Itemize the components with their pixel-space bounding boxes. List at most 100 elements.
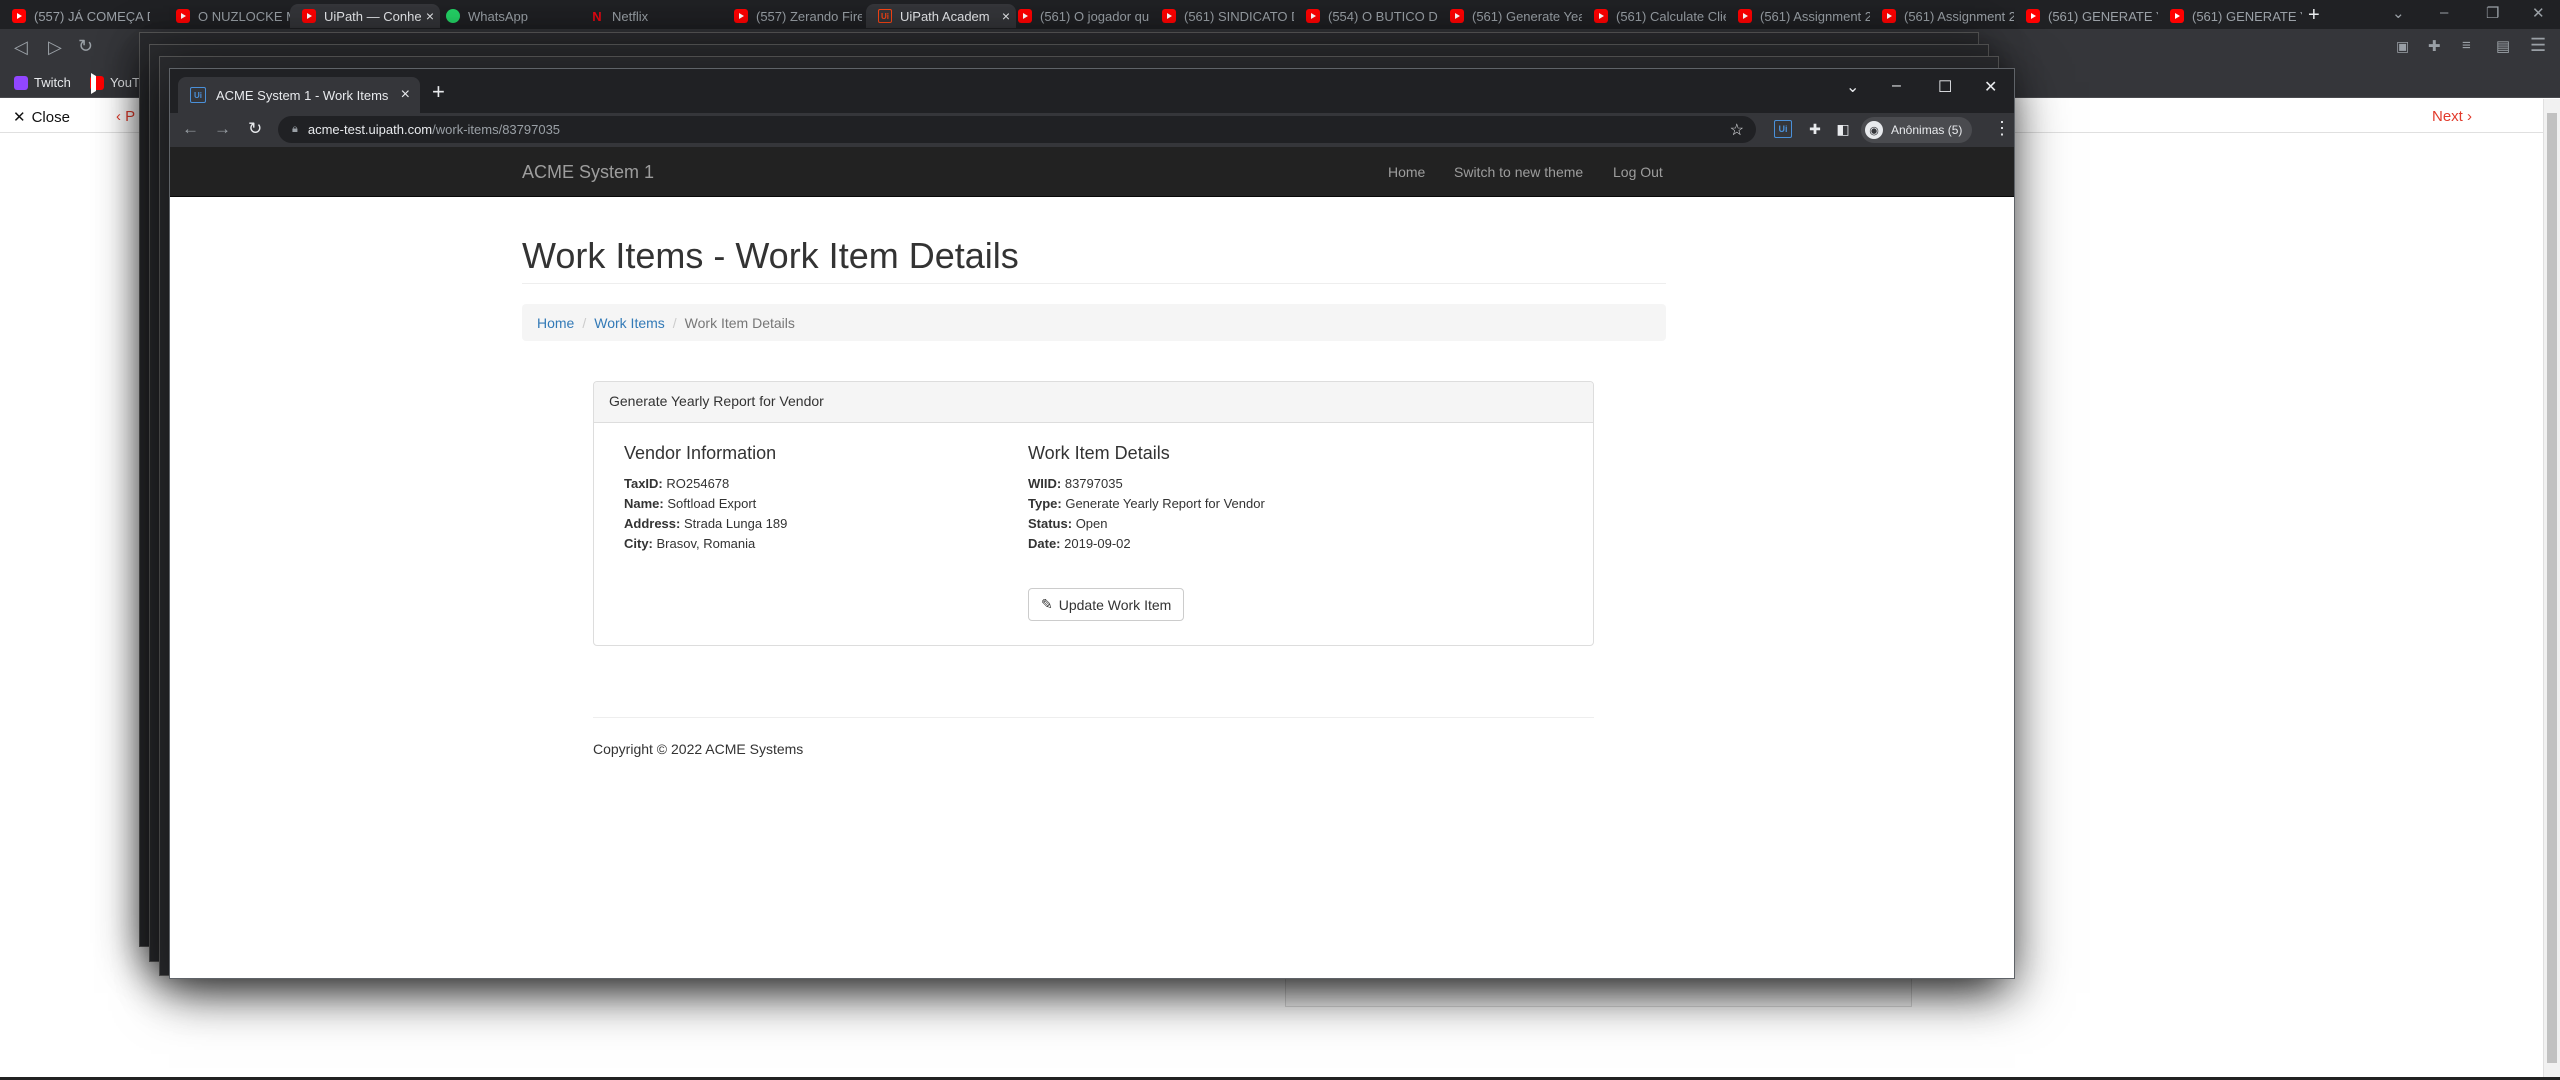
chevron-right-icon: › <box>2462 108 2473 125</box>
minimize-icon[interactable]: – <box>1892 77 1901 95</box>
page-title: Work Items - Work Item Details <box>522 235 1019 276</box>
field-date: Date: 2019-09-02 <box>1028 536 1131 551</box>
acme-navbar: ACME System 1 Home Switch to new theme L… <box>170 147 2014 197</box>
tab-acme-work-items[interactable]: Ui ACME System 1 - Work Items × <box>178 77 420 113</box>
youtube-icon <box>12 9 26 23</box>
outer-tab[interactable]: (561) SINDICATO D <box>1150 4 1294 28</box>
outer-tab-active[interactable]: Ui UiPath Academ × <box>866 4 1016 28</box>
outer-tab[interactable]: WhatsApp <box>434 4 574 28</box>
nav-switch-theme[interactable]: Switch to new theme <box>1454 164 1583 180</box>
close-window-icon[interactable]: ✕ <box>2532 4 2545 22</box>
footer-divider <box>593 717 1594 718</box>
whatsapp-icon <box>446 9 460 23</box>
reading-list-icon[interactable]: ≡ <box>2462 37 2471 54</box>
work-item-panel: Generate Yearly Report for Vendor Vendor… <box>593 381 1594 646</box>
youtube-icon <box>302 9 316 23</box>
panel-title: Generate Yearly Report for Vendor <box>594 382 1593 423</box>
update-work-item-button[interactable]: ✎ Update Work Item <box>1028 588 1185 621</box>
maximize-icon[interactable]: ☐ <box>1938 77 1952 97</box>
close-tab-icon[interactable]: × <box>401 86 410 104</box>
page-scrollbar[interactable] <box>2543 99 2560 1080</box>
outer-tab[interactable]: (557) JÁ COMEÇA D <box>0 4 150 28</box>
extensions-icon[interactable]: ✚ <box>2428 37 2441 55</box>
outer-tab[interactable]: (554) O BUTICO DE <box>1294 4 1438 28</box>
extensions-icon[interactable]: ✚ <box>1806 120 1824 138</box>
close-button[interactable]: ✕ Close <box>13 108 70 127</box>
youtube-icon <box>1306 9 1320 23</box>
outer-tab[interactable]: (561) GENERATE YE <box>2014 4 2158 28</box>
restore-icon[interactable]: ❐ <box>2486 4 2499 22</box>
field-city: City: Brasov, Romania <box>624 536 756 551</box>
outer-tab[interactable]: (561) Assignment 2 <box>1726 4 1870 28</box>
outer-tab[interactable]: (561) Calculate Clie <box>1582 4 1726 28</box>
scrollbar-thumb[interactable] <box>2547 113 2557 1063</box>
incognito-profile-button[interactable]: ◉ Anônimas (5) <box>1861 117 1973 143</box>
outer-tab-active[interactable]: UiPath — Conhe × <box>290 4 440 28</box>
outer-tab[interactable]: (561) Generate Year <box>1438 4 1582 28</box>
background-panel <box>1285 975 1912 1007</box>
breadcrumb-separator: / <box>672 314 677 331</box>
uipath-extension-icon[interactable]: Ui <box>1774 120 1792 138</box>
reload-icon[interactable]: ↻ <box>78 36 93 57</box>
youtube-icon <box>2026 9 2040 23</box>
pencil-icon: ✎ <box>1041 596 1053 612</box>
nav-log-out[interactable]: Log Out <box>1613 164 1663 180</box>
youtube-icon <box>734 9 748 23</box>
address-bar[interactable]: 🔒︎ acme-test.uipath.com/work-items/83797… <box>278 116 1756 143</box>
close-tab-icon[interactable]: × <box>426 8 434 24</box>
brand-link[interactable]: ACME System 1 <box>522 162 654 183</box>
menu-icon[interactable]: ⋮ <box>1993 118 2011 139</box>
field-wiid: WIID: 83797035 <box>1028 476 1123 491</box>
wallet-icon[interactable]: ▤ <box>2496 37 2510 55</box>
previous-link[interactable]: ‹ P <box>116 108 135 125</box>
new-tab-icon[interactable]: + <box>2308 4 2320 27</box>
tab-search-icon[interactable]: ⌄ <box>1846 77 1859 97</box>
forward-icon[interactable]: ▷ <box>48 37 62 58</box>
minimize-icon[interactable]: – <box>2440 4 2448 21</box>
outer-tab[interactable]: (557) Zerando Fire R <box>722 4 862 28</box>
youtube-icon <box>176 9 190 23</box>
breadcrumb-work-items[interactable]: Work Items <box>594 315 665 331</box>
vendor-heading: Vendor Information <box>624 443 777 463</box>
outer-tab[interactable]: (561) GENERATE YE <box>2158 4 2302 28</box>
bookmark-youtube[interactable]: YouT <box>90 75 140 90</box>
uipath-icon: Ui <box>190 87 206 103</box>
new-tab-icon[interactable]: + <box>432 79 445 105</box>
back-icon[interactable]: ◁ <box>14 37 28 58</box>
close-window-icon[interactable]: ✕ <box>1984 77 1997 97</box>
close-icon: ✕ <box>13 109 26 126</box>
twitch-icon <box>14 75 28 90</box>
bookmark-twitch[interactable]: Twitch <box>14 75 71 90</box>
field-status: Status: Open <box>1028 516 1108 531</box>
outer-tab[interactable]: N Netflix <box>578 4 718 28</box>
breadcrumb-home[interactable]: Home <box>537 315 574 331</box>
youtube-icon <box>1882 9 1896 23</box>
youtube-icon <box>1594 9 1608 23</box>
menu-icon[interactable]: ☰ <box>2530 35 2546 56</box>
outer-tab-strip: (557) JÁ COMEÇA D O NUZLOCKE MAIS UiPath… <box>0 0 2560 29</box>
reload-icon[interactable]: ↻ <box>248 119 262 139</box>
youtube-icon <box>1450 9 1464 23</box>
window-toolbar: ← → ↻ 🔒︎ acme-test.uipath.com/work-items… <box>170 113 2014 147</box>
outer-tab[interactable]: (561) O jogador qu <box>1006 4 1150 28</box>
nav-home[interactable]: Home <box>1388 164 1425 180</box>
tab-search-icon[interactable]: ⌄ <box>2392 4 2405 22</box>
back-icon[interactable]: ← <box>182 119 199 139</box>
bookmark-star-icon[interactable]: ☆ <box>1730 120 1744 140</box>
title-divider <box>522 283 1666 284</box>
outer-tab[interactable]: (561) Assignment 2 <box>1870 4 2014 28</box>
field-taxid: TaxID: RO254678 <box>624 476 730 491</box>
chevron-left-icon: ‹ <box>116 108 126 125</box>
side-panel-icon[interactable]: ◧ <box>1834 120 1852 138</box>
work-item-details: Work Item Details WIID: 83797035 Type: G… <box>1028 443 1265 554</box>
media-icon[interactable]: ▣ <box>2396 38 2409 55</box>
youtube-icon <box>1018 9 1032 23</box>
breadcrumb-current: Work Item Details <box>684 314 795 331</box>
next-link[interactable]: Next › <box>2432 108 2472 125</box>
field-type: Type: Generate Yearly Report for Vendor <box>1028 496 1265 511</box>
breadcrumb-separator: / <box>582 314 587 331</box>
forward-icon[interactable]: → <box>214 119 231 139</box>
outer-tab[interactable]: O NUZLOCKE MAIS <box>164 4 304 28</box>
breadcrumb: Home / Work Items / Work Item Details <box>522 304 1666 341</box>
window-tab-strip: Ui ACME System 1 - Work Items × + ⌄ – ☐ … <box>170 69 2014 113</box>
